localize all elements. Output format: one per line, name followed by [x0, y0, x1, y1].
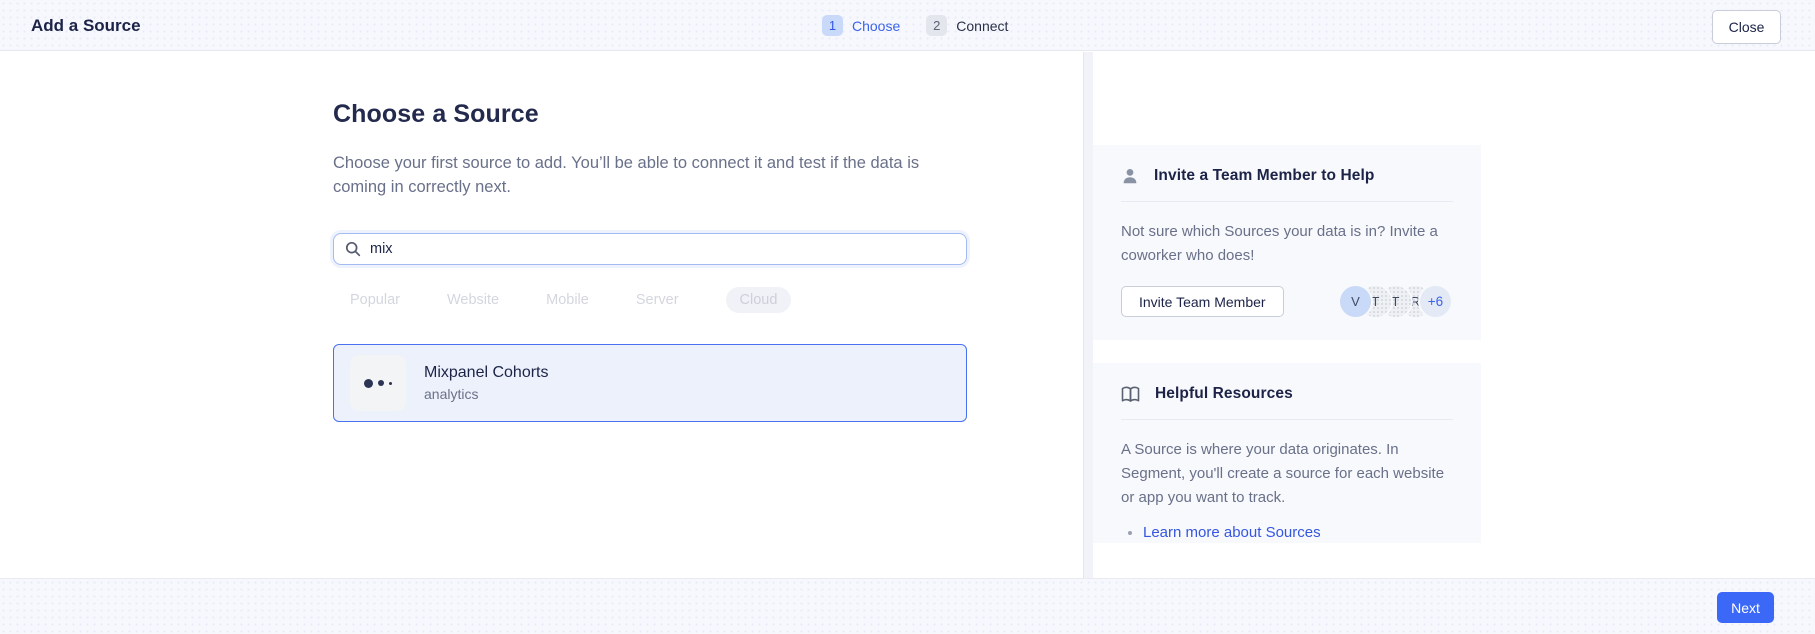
resources-panel-body: A Source is where your data originates. …	[1121, 438, 1461, 510]
invite-panel-header: Invite a Team Member to Help	[1121, 167, 1453, 185]
resources-link-item: Learn more about Sources	[1143, 524, 1453, 541]
tab-website[interactable]: Website	[447, 292, 499, 308]
stepper: 1 Choose 2 Connect	[822, 0, 1008, 51]
avatar[interactable]: V	[1340, 286, 1371, 317]
search-box[interactable]	[333, 233, 967, 265]
book-icon	[1121, 386, 1140, 403]
step-choose-number: 1	[822, 15, 843, 36]
invite-team-member-button[interactable]: Invite Team Member	[1121, 286, 1284, 317]
tab-mobile[interactable]: Mobile	[546, 292, 589, 308]
tab-server[interactable]: Server	[636, 292, 679, 308]
modal-body: Choose a Source Choose your first source…	[0, 52, 1815, 578]
page-title: Add a Source	[31, 16, 141, 36]
choose-source-section: Choose a Source Choose your first source…	[333, 52, 967, 422]
source-card-text: Mixpanel Cohorts analytics	[424, 364, 549, 402]
sidebar: Invite a Team Member to Help Not sure wh…	[1093, 52, 1481, 578]
modal-footer: Next	[0, 578, 1815, 634]
source-card-mixpanel-cohorts[interactable]: Mixpanel Cohorts analytics	[333, 344, 967, 422]
invite-panel-body: Not sure which Sources your data is in? …	[1121, 220, 1461, 268]
next-button[interactable]: Next	[1717, 592, 1774, 623]
invite-row: Invite Team Member V T T R +6	[1121, 286, 1453, 317]
source-category: analytics	[424, 386, 549, 402]
step-connect-number: 2	[926, 15, 947, 36]
step-choose[interactable]: 1 Choose	[822, 15, 900, 36]
learn-more-sources-link[interactable]: Learn more about Sources	[1143, 524, 1321, 541]
resources-panel-title: Helpful Resources	[1155, 385, 1293, 403]
tab-popular[interactable]: Popular	[350, 292, 400, 308]
modal-header: Add a Source 1 Choose 2 Connect Close	[0, 0, 1815, 51]
resources-panel-rule	[1121, 419, 1453, 420]
sidebar-divider	[1083, 52, 1093, 578]
close-button[interactable]: Close	[1712, 10, 1781, 44]
search-icon	[345, 241, 361, 257]
resources-panel-header: Helpful Resources	[1121, 385, 1453, 403]
category-tabs: Popular Website Mobile Server Cloud	[350, 287, 967, 313]
main-description: Choose your first source to add. You’ll …	[333, 151, 923, 199]
main-heading: Choose a Source	[333, 100, 967, 129]
step-connect[interactable]: 2 Connect	[926, 15, 1008, 36]
step-choose-label: Choose	[852, 18, 900, 34]
tab-cloud[interactable]: Cloud	[726, 287, 792, 313]
person-icon	[1121, 167, 1139, 185]
team-avatars: V T T R +6	[1340, 286, 1451, 317]
invite-panel: Invite a Team Member to Help Not sure wh…	[1093, 145, 1481, 340]
mixpanel-logo-icon	[350, 355, 406, 411]
invite-panel-title: Invite a Team Member to Help	[1154, 167, 1374, 185]
source-name: Mixpanel Cohorts	[424, 364, 549, 382]
search-input[interactable]	[370, 241, 955, 257]
step-connect-label: Connect	[956, 18, 1008, 34]
resources-links: Learn more about Sources	[1121, 524, 1453, 541]
invite-panel-rule	[1121, 201, 1453, 202]
resources-panel: Helpful Resources A Source is where your…	[1093, 363, 1481, 543]
avatar-overflow-count[interactable]: +6	[1420, 286, 1451, 317]
